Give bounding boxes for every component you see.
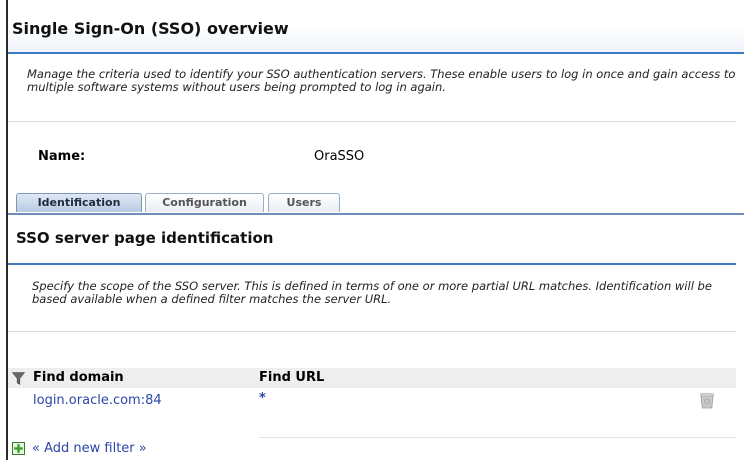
add-new-filter-link[interactable]: « Add new filter » (32, 441, 147, 456)
name-label: Name: (38, 149, 86, 164)
row-find-url: * (259, 391, 266, 406)
tab-baseline (8, 213, 744, 215)
plus-icon[interactable] (12, 442, 25, 455)
row-find-domain[interactable]: login.oracle.com:84 (33, 393, 162, 408)
tab-identification[interactable]: Identification (16, 193, 142, 212)
name-value: OraSSO (314, 149, 365, 164)
row-divider (259, 437, 736, 438)
section-description-divider (8, 331, 736, 332)
overview-description: Manage the criteria used to identify you… (27, 67, 736, 94)
page-title: Single Sign-On (SSO) overview (12, 19, 289, 38)
section-description: Specify the scope of the SSO server. Thi… (32, 279, 712, 306)
table-row: login.oracle.com:84 * (8, 390, 736, 412)
sso-panel: Single Sign-On (SSO) overview Manage the… (8, 0, 744, 460)
filter-table-header: Find domain Find URL (8, 368, 736, 388)
section-divider (8, 263, 736, 265)
header-divider (8, 52, 744, 54)
section-title: SSO server page identification (16, 229, 274, 247)
tab-configuration[interactable]: Configuration (145, 193, 264, 212)
description-divider (8, 121, 736, 122)
filter-funnel-icon[interactable] (12, 372, 25, 385)
tab-users[interactable]: Users (268, 193, 340, 212)
trash-icon[interactable] (700, 392, 714, 409)
column-find-url[interactable]: Find URL (259, 370, 324, 385)
column-find-domain[interactable]: Find domain (33, 370, 124, 385)
